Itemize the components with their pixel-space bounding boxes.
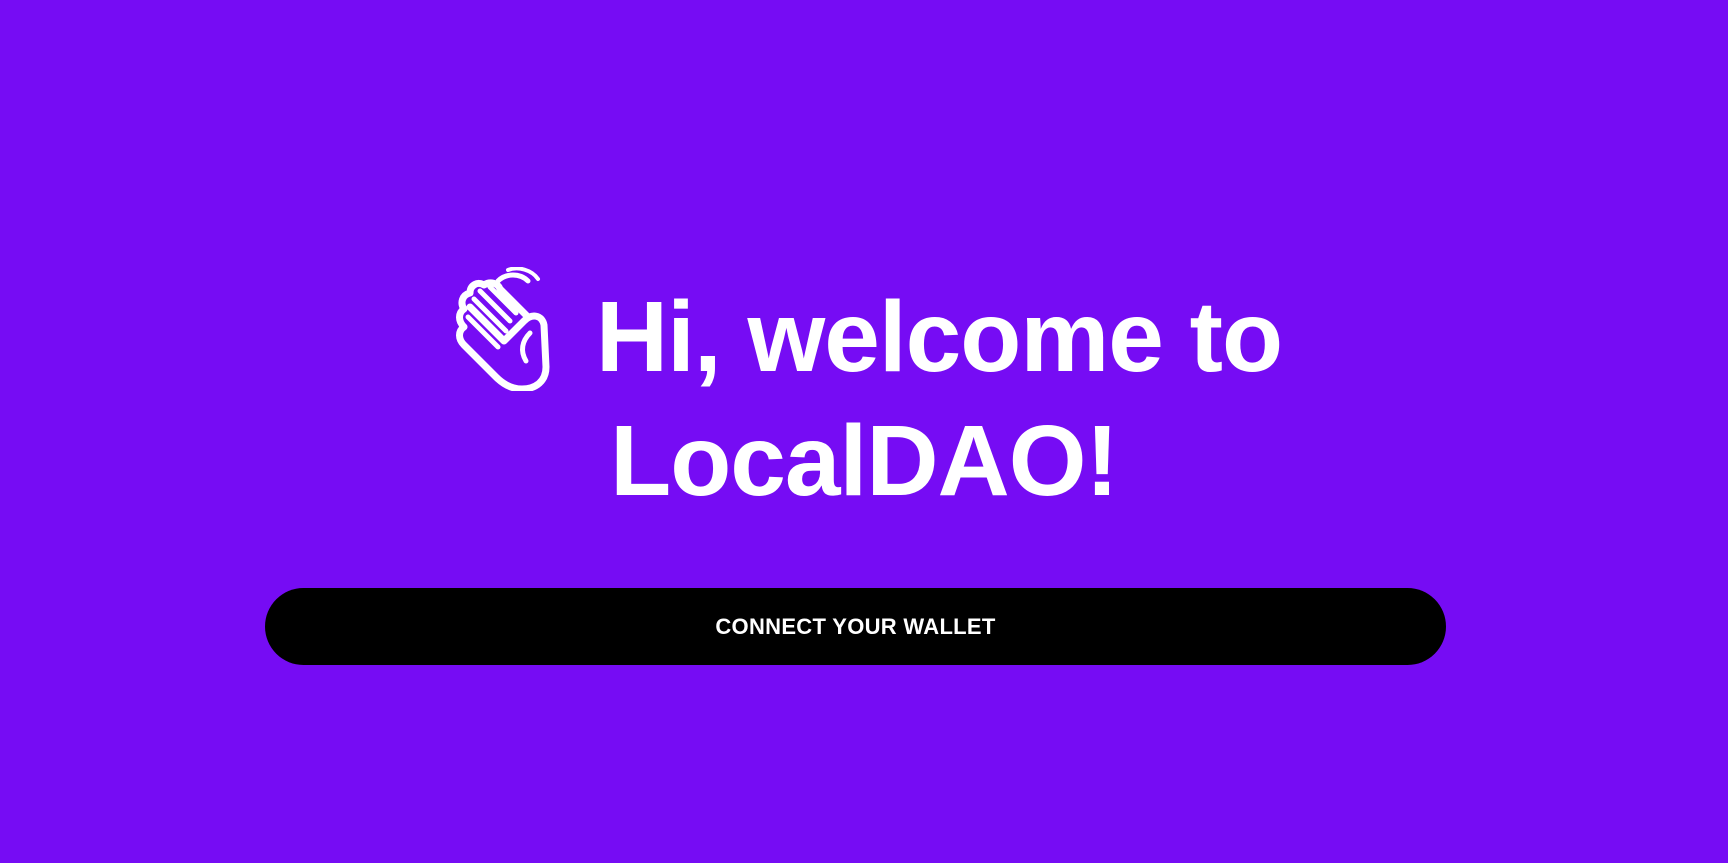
waving-hand-icon — [446, 267, 562, 391]
welcome-heading-line-1: Hi, welcome to — [0, 267, 1728, 399]
welcome-heading-line-2: LocalDAO! — [610, 405, 1119, 517]
welcome-heading: Hi, welcome to LocalDAO! — [0, 267, 1728, 523]
welcome-heading-text-1: Hi, welcome to — [595, 281, 1283, 393]
connect-wallet-button[interactable]: CONNECT YOUR WALLET — [265, 588, 1446, 665]
